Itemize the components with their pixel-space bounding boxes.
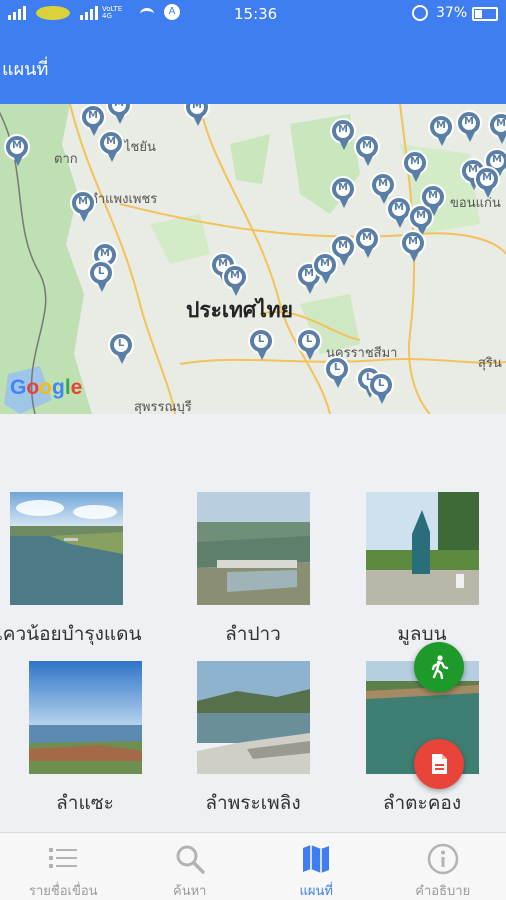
dam-photo — [196, 492, 310, 605]
app-header: VoLTE 4G A 15:36 37% แผนที่ — [0, 0, 506, 104]
map-view[interactable]: ตาก ไชยัน กำแพงเพชร นครราชสีมา สุพรรณบุร… — [0, 104, 506, 414]
signal-group: VoLTE 4G A — [8, 4, 180, 20]
nfc-icon: A — [164, 4, 180, 20]
dam-card[interactable]: ลำพระเพลิง — [168, 661, 338, 818]
search-icon — [176, 845, 205, 874]
walk-icon — [431, 655, 449, 679]
dam-photo — [9, 492, 123, 605]
dam-marker[interactable]: L — [88, 260, 114, 292]
dam-photo — [196, 661, 310, 774]
nav-info[interactable]: คำอธิบาย — [380, 833, 506, 900]
dam-photo — [28, 661, 142, 774]
bottom-navigation: รายชื่อเขื่อน ค้นหา แผนที่ คำอธิบาย — [0, 832, 506, 900]
battery-icon — [472, 7, 498, 21]
dam-marker[interactable]: M — [402, 150, 428, 182]
page-title: แผนที่ — [2, 59, 49, 80]
list-icon — [49, 848, 78, 868]
nav-label: ค้นหา — [173, 884, 207, 899]
dam-marker[interactable]: M — [428, 114, 454, 146]
map-place-label: กำแพงเพชร — [90, 192, 158, 207]
nav-map[interactable]: แผนที่ — [253, 833, 380, 900]
wifi-icon — [140, 8, 154, 20]
nav-search[interactable]: ค้นหา — [127, 833, 254, 900]
map-place-label: ขอนแก่น — [450, 196, 501, 211]
dam-marker[interactable]: M — [400, 230, 426, 262]
alarm-icon — [412, 5, 428, 21]
nav-label: แผนที่ — [299, 884, 333, 899]
document-fab[interactable] — [414, 739, 464, 789]
dam-card[interactable]: มูลบน — [337, 492, 506, 649]
carrier-logo — [36, 6, 70, 20]
signal-icon-2 — [80, 4, 98, 20]
dam-card[interactable]: ลำแซะ — [0, 661, 170, 818]
nav-dam-list[interactable]: รายชื่อเขื่อน — [0, 833, 127, 900]
dam-name: มูลบน — [397, 623, 447, 645]
status-bar: VoLTE 4G A 15:36 37% — [0, 0, 506, 28]
battery-percent: 37% — [436, 5, 468, 21]
google-logo: Google — [10, 376, 83, 399]
dam-marker[interactable]: M — [370, 172, 396, 204]
info-icon — [427, 843, 458, 875]
dam-card[interactable]: ลำปาว — [168, 492, 338, 649]
map-country-label: ประเทศไทย — [186, 298, 293, 322]
dam-marker[interactable]: M — [98, 130, 124, 162]
dam-marker[interactable]: M — [330, 234, 356, 266]
dam-marker[interactable]: M — [354, 226, 380, 258]
map-place-label: สุพรรณบุรี — [134, 400, 192, 414]
dam-name: ลำแซะ — [56, 792, 114, 814]
dam-name: ลำปาว — [225, 623, 281, 645]
clock: 15:36 — [234, 5, 278, 23]
walk-fab[interactable] — [414, 642, 464, 692]
dam-marker[interactable]: M — [456, 110, 482, 142]
nav-label: คำอธิบาย — [415, 884, 471, 899]
map-icon — [303, 845, 330, 873]
nav-label: รายชื่อเขื่อน — [28, 884, 98, 899]
dam-marker[interactable]: M — [330, 118, 356, 150]
signal-icon — [8, 4, 26, 20]
dam-marker[interactable]: M — [80, 104, 106, 136]
dam-marker[interactable]: M — [354, 134, 380, 166]
dam-marker[interactable]: M — [70, 190, 96, 222]
map-place-label: ตาก — [54, 152, 78, 167]
dam-marker[interactable]: M — [420, 184, 446, 216]
map-place-label: ไชยัน — [124, 140, 156, 155]
dam-marker[interactable]: L — [296, 328, 322, 360]
dam-marker[interactable]: L — [248, 328, 274, 360]
dam-marker[interactable]: L — [108, 332, 134, 364]
dam-marker[interactable]: L — [324, 356, 350, 388]
dam-marker[interactable]: M — [4, 134, 30, 166]
dam-gallery: แควน้อยบำรุงแดน ลำปาว มูลบน ลำแซะ ลำพระเ… — [0, 414, 506, 832]
map-place-label: สุริน — [478, 356, 502, 371]
dam-name: ลำตะคอง — [382, 792, 462, 814]
dam-card[interactable]: แควน้อยบำรุงแดน — [0, 492, 151, 649]
document-icon — [432, 754, 447, 774]
volte-badge: VoLTE 4G — [102, 5, 123, 20]
dam-photo — [365, 492, 479, 605]
dam-name: ลำพระเพลิง — [205, 792, 301, 814]
dam-marker[interactable]: M — [330, 176, 356, 208]
dam-name: แควน้อยบำรุงแดน — [0, 623, 142, 645]
